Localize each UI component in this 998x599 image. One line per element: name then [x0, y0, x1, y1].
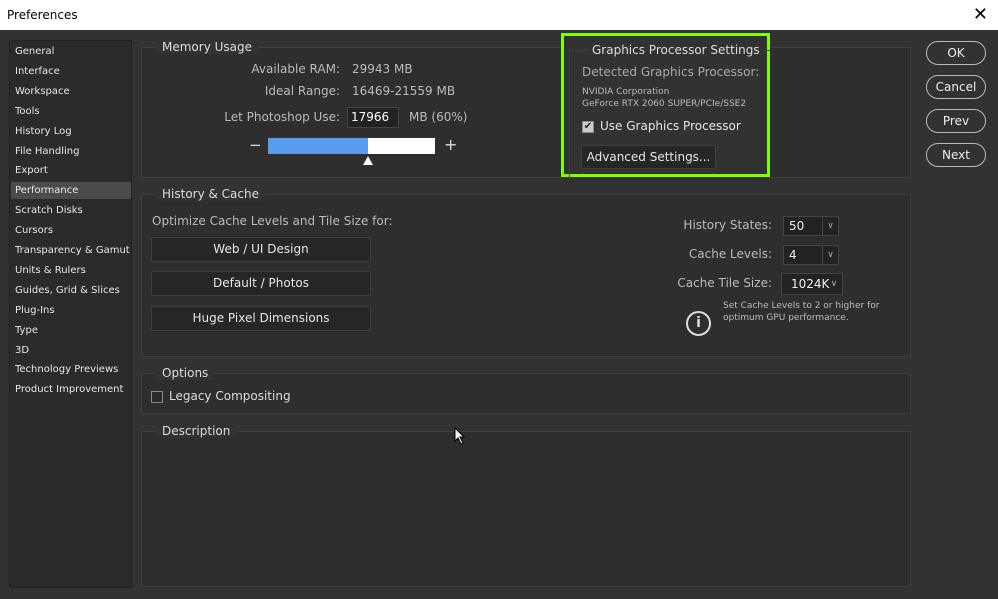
sidebar-item-general[interactable]: General [11, 43, 131, 60]
available-ram-label: Available RAM: [251, 62, 340, 76]
sidebar-item-plug-ins[interactable]: Plug-Ins [11, 302, 131, 319]
preset-default-photos-button[interactable]: Default / Photos [151, 271, 371, 296]
sidebar-item-product-improvement[interactable]: Product Improvement [11, 381, 131, 398]
memory-usage-title: Memory Usage [156, 40, 259, 54]
gpu-settings-title: Graphics Processor Settings [588, 43, 764, 57]
sidebar-item-transparency-gamut[interactable]: Transparency & Gamut [11, 242, 131, 259]
detected-gpu-label: Detected Graphics Processor: [582, 65, 760, 79]
chevron-down-icon: ∨ [822, 246, 838, 264]
memory-slider-fill [268, 138, 369, 154]
chevron-down-icon: ∨ [830, 279, 838, 289]
info-text-line-2: optimum GPU performance. [723, 313, 849, 323]
decrease-button[interactable]: − [249, 136, 262, 154]
sidebar: General Interface Workspace Tools History Lo… [9, 40, 132, 588]
photoshop-use-input[interactable]: 17966 [347, 107, 399, 128]
advanced-settings-button[interactable]: Advanced Settings... [581, 145, 716, 169]
sidebar-item-export[interactable]: Export [11, 162, 131, 179]
sidebar-item-scratch-disks[interactable]: Scratch Disks [11, 202, 131, 219]
sidebar-item-workspace[interactable]: Workspace [11, 83, 131, 100]
ok-button[interactable]: OK [926, 41, 986, 65]
ideal-range-value: 16469-21559 MB [352, 84, 456, 98]
sidebar-item-units-rulers[interactable]: Units & Rulers [11, 262, 131, 279]
increase-button[interactable]: + [444, 135, 457, 154]
gpu-settings-panel: Graphics Processor Settings Detected Gra… [561, 33, 771, 180]
gpu-model: GeForce RTX 2060 SUPER/PCIe/SSE2 [582, 99, 747, 109]
sidebar-item-file-handling[interactable]: File Handling [11, 143, 131, 160]
cache-levels-label: Cache Levels: [688, 247, 772, 261]
sidebar-item-tools[interactable]: Tools [11, 103, 131, 120]
optimize-label: Optimize Cache Levels and Tile Size for: [152, 214, 393, 228]
ideal-range-label: Ideal Range: [264, 84, 340, 98]
cache-tile-size-select[interactable]: 1024K ∨ [781, 273, 843, 295]
history-states-select[interactable]: 50 ∨ [783, 216, 839, 236]
gpu-vendor: NVIDIA Corporation [582, 87, 670, 97]
cache-tile-size-label: Cache Tile Size: [677, 276, 772, 290]
photoshop-use-unit: MB (60%) [409, 110, 468, 124]
sidebar-item-guides-grid-slices[interactable]: Guides, Grid & Slices [11, 282, 131, 299]
available-ram-value: 29943 MB [352, 62, 413, 76]
sidebar-item-type[interactable]: Type [11, 322, 131, 339]
sidebar-item-history-log[interactable]: History Log [11, 123, 131, 140]
slider-thumb[interactable] [363, 156, 374, 165]
window-title: Preferences [7, 8, 78, 22]
options-panel: Options Legacy Compositing [141, 366, 911, 414]
cancel-button[interactable]: Cancel [926, 75, 986, 99]
cache-levels-value: 4 [789, 248, 797, 262]
preset-huge-pixel-button[interactable]: Huge Pixel Dimensions [151, 306, 371, 331]
sidebar-item-cursors[interactable]: Cursors [11, 222, 131, 239]
sidebar-item-performance[interactable]: Performance [11, 182, 131, 200]
description-panel: Description [141, 424, 911, 587]
info-text-line-1: Set Cache Levels to 2 or higher for [723, 301, 880, 311]
history-states-value: 50 [789, 219, 805, 233]
next-button[interactable]: Next [926, 143, 986, 167]
photoshop-use-label: Let Photoshop Use: [224, 110, 340, 124]
mouse-cursor-icon [454, 427, 466, 445]
sidebar-item-interface[interactable]: Interface [11, 63, 131, 80]
options-title: Options [156, 366, 215, 380]
history-cache-panel: History & Cache Optimize Cache Levels an… [141, 187, 911, 357]
legacy-compositing-label: Legacy Compositing [169, 389, 291, 403]
preset-web-ui-button[interactable]: Web / UI Design [151, 237, 371, 262]
cache-tile-size-value: 1024K [791, 277, 830, 291]
sidebar-item-3d[interactable]: 3D [11, 342, 131, 359]
legacy-compositing-checkbox[interactable] [151, 391, 163, 403]
title-bar: Preferences ✕ [0, 0, 998, 30]
prev-button[interactable]: Prev [926, 109, 986, 133]
use-gpu-checkbox[interactable]: ✔ [582, 121, 594, 133]
memory-slider[interactable] [268, 138, 435, 165]
description-title: Description [156, 424, 237, 438]
history-cache-title: History & Cache [156, 187, 265, 201]
history-states-label: History States: [683, 218, 772, 232]
info-icon: i [686, 311, 711, 336]
close-icon[interactable]: ✕ [973, 4, 988, 25]
use-gpu-label: Use Graphics Processor [600, 119, 741, 133]
cache-levels-select[interactable]: 4 ∨ [783, 245, 839, 265]
sidebar-item-technology-previews[interactable]: Technology Previews [11, 361, 131, 378]
chevron-down-icon: ∨ [822, 217, 838, 235]
